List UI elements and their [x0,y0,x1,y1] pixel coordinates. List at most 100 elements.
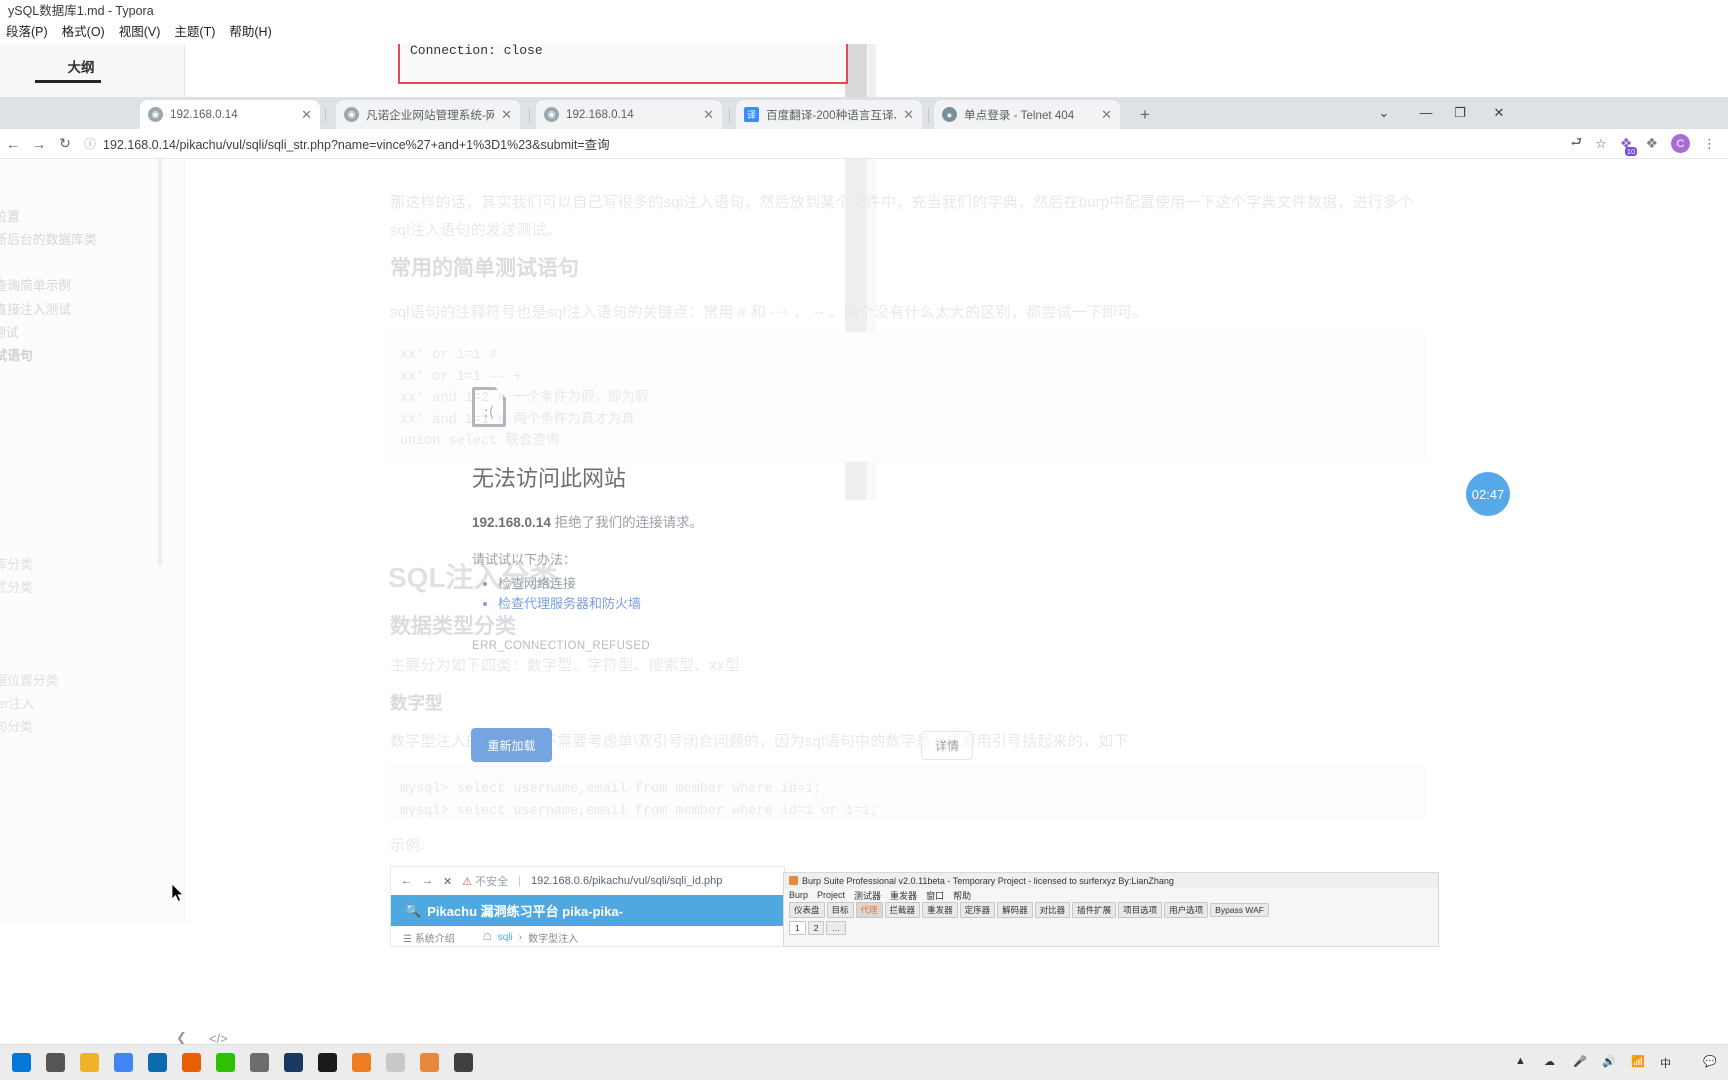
pikachu-url: 192.168.0.6/pikachu/vul/sqli/sqli_id.php [530,875,723,887]
taskbar-chrome-browser[interactable] [106,1046,140,1080]
screen-recorder-timer[interactable]: 02:47 [1466,472,1510,516]
new-tab-button[interactable]: + [1134,104,1156,126]
reload-button[interactable]: 重新加载 [471,728,552,762]
taskbar-search-button[interactable] [38,1046,72,1080]
network-icon[interactable]: 📶 [1631,1055,1646,1070]
taskbar-start-button[interactable] [4,1046,38,1080]
burp-subtab[interactable]: 2 [807,920,825,935]
menu-view[interactable]: 视图(V) [119,22,161,42]
burp-tab[interactable]: 目标 [826,902,854,918]
screen-root: ySQL数据库1.md - Typora 段落(P) 格式(O) 视图(V) 主… [0,0,1728,1080]
suggestion-check-network: 检查网络连接 [498,574,992,594]
burp-tab[interactable]: 拦截器 [884,902,921,918]
extension-puzzle-icon[interactable]: ❖ 10 [1620,135,1638,156]
burp-menu-item[interactable]: 窗口 [926,889,944,902]
menu-format[interactable]: 格式(O) [62,22,105,42]
error-description-suffix: 拒绝了我们的连接请求。 [550,515,704,530]
close-icon[interactable]: ✕ [501,107,512,123]
globe-icon: ◉ [344,107,359,122]
browser-tab-5[interactable]: ● 单点登录 - Telnet 404 ✕ [934,100,1120,129]
chrome-expand-icon[interactable]: ⌄ [1372,103,1396,123]
burp-tab[interactable]: 插件扩展 [1072,902,1117,918]
burp-tab[interactable]: 解码器 [997,902,1033,918]
ime-icon[interactable]: 中 [1660,1055,1675,1070]
share-icon[interactable]: ⮐ [1571,133,1583,155]
taskbar-wechat-app[interactable] [208,1046,242,1080]
info-circle-icon[interactable]: ⓘ [84,135,96,152]
forward-icon: → [422,875,433,887]
avatar[interactable]: C [1671,134,1690,153]
burp-menu-item[interactable]: Burp [789,890,808,900]
burp-tab[interactable]: 对比器 [1034,902,1071,918]
burp-menubar: Burp Project 测试器 重发器 窗口 帮助 [784,888,1438,902]
burp-tab[interactable]: 代理 [855,902,883,918]
menu-theme[interactable]: 主题(T) [174,22,215,42]
close-icon[interactable]: ✕ [703,107,714,123]
taskbar-edge-browser[interactable] [140,1046,174,1080]
insecure-warning: ⚠ 不安全 [462,873,508,889]
notifications-icon[interactable]: 💬 [1703,1055,1718,1070]
taskbar-notepad-app[interactable] [378,1046,412,1080]
mic-icon[interactable]: 🎤 [1573,1055,1588,1070]
typora-menubar[interactable]: 段落(P) 格式(O) 视图(V) 主题(T) 帮助(H) [0,22,1728,42]
taskbar-burp-app[interactable] [412,1046,446,1080]
taskbar-typora-app[interactable] [242,1046,276,1080]
search-icon: 🔍 [405,902,422,918]
burp-app-icon [419,1053,439,1072]
burp-tab[interactable]: 仪表盘 [789,902,825,918]
top-code-snippet: Connection: close [398,44,848,84]
address-bar[interactable]: ⓘ 192.168.0.14/pikachu/vul/sqli/sqli_str… [78,133,1571,155]
burp-tab[interactable]: 用户选项 [1164,902,1209,918]
taskbar-terminal-app[interactable] [310,1046,344,1080]
bookmark-star-icon[interactable]: ☆ [1595,136,1607,152]
toolbar-actions: ⮐ ☆ ❖ 10 ❖ C ⋮ [1571,133,1728,156]
menu-paragraph[interactable]: 段落(P) [6,22,48,42]
chrome-menu-icon[interactable]: ⋮ [1703,136,1716,152]
tab-separator [729,108,730,122]
taskbar-virtualbox-app[interactable] [276,1046,310,1080]
back-icon: ← [401,875,412,887]
burp-menu-item[interactable]: Project [817,890,845,900]
menu-help[interactable]: 帮助(H) [229,22,271,42]
back-icon[interactable]: ← [0,136,26,152]
close-icon[interactable]: ✕ [903,107,914,123]
close-icon[interactable]: ✕ [1487,103,1511,123]
caret-up-icon[interactable]: ▲ [1515,1055,1530,1070]
system-tray: ▲ ☁ 🎤 🔊 📶 中 💬 [1515,1055,1728,1070]
taskbar-firefox-browser[interactable] [174,1046,208,1080]
forward-icon[interactable]: → [26,136,52,152]
burp-menu-item[interactable]: 帮助 [953,889,971,902]
taskbar-file-explorer[interactable] [72,1046,106,1080]
close-icon[interactable]: ✕ [1101,107,1112,123]
home-icon: ☖ [482,931,492,943]
browser-tab-1[interactable]: ◉ 192.168.0.14 ✕ [140,100,320,129]
extension-badge-count: 10 [1624,147,1638,156]
burp-tab[interactable]: Bypass WAF [1210,903,1269,917]
details-button[interactable]: 详情 [921,731,973,760]
address-bar-url: 192.168.0.14/pikachu/vul/sqli/sqli_str.p… [103,138,610,152]
burp-subtab[interactable]: ... [826,920,846,935]
reload-icon[interactable]: ↻ [52,135,78,152]
taskbar-settings-app[interactable] [446,1046,480,1080]
suggestion-check-proxy-firewall[interactable]: 检查代理服务器和防火墙 [498,594,992,614]
maximize-icon[interactable]: ❐ [1448,103,1472,123]
burp-subtab[interactable]: 1 [789,920,806,935]
browser-tab-4[interactable]: 译 百度翻译-200种语言互译、沟通 ✕ [736,100,922,129]
close-icon[interactable]: ✕ [301,107,312,123]
browser-tab-2[interactable]: ◉ 凡诺企业网站管理系统-网站建设 ✕ [336,100,520,129]
burp-tab[interactable]: 定序器 [959,902,996,918]
burp-menu-item[interactable]: 重发器 [890,889,917,902]
tab-title: 单点登录 - Telnet 404 [964,108,1075,122]
taskbar-app-list[interactable] [0,1046,480,1080]
browser-tab-3[interactable]: ◉ 192.168.0.14 ✕ [536,100,722,129]
burp-tab[interactable]: 重发器 [922,902,958,918]
burp-menu-item[interactable]: 测试器 [854,889,881,902]
minimize-icon[interactable]: — [1414,103,1438,123]
volume-icon[interactable]: 🔊 [1602,1055,1617,1070]
taskbar-navicat-app[interactable] [344,1046,378,1080]
start-button-icon [11,1053,31,1072]
burp-tab[interactable]: 项目选项 [1118,902,1163,918]
onedrive-icon[interactable]: ☁ [1544,1055,1559,1070]
pikachu-nav: ☰ 系统介绍 ☖ sqli › 数字型注入 [391,926,784,946]
puzzle-icon[interactable]: ❖ [1645,135,1658,152]
